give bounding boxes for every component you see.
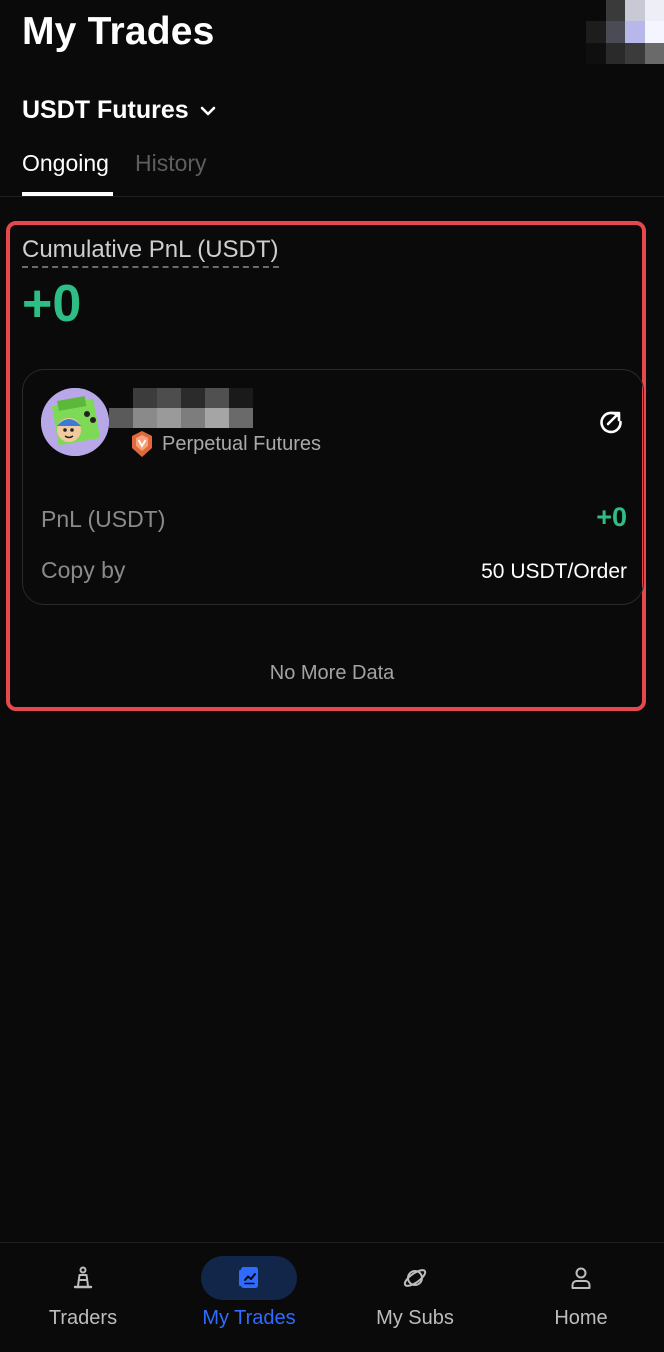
market-selector[interactable]: USDT Futures: [22, 96, 217, 125]
market-selector-label: USDT Futures: [22, 96, 189, 124]
traders-icon: [73, 1266, 93, 1289]
user-avatar-pixelated[interactable]: [586, 0, 664, 64]
trader-avatar-image: [41, 388, 109, 456]
bottom-navigation: Traders My Trades My Subs Home: [0, 1242, 664, 1352]
trader-avatar[interactable]: [41, 388, 109, 456]
chevron-down-icon: [200, 106, 215, 115]
cumulative-pnl-value: +0: [22, 275, 82, 333]
my-subs-icon: [403, 1269, 427, 1287]
tab-ongoing[interactable]: Ongoing: [22, 150, 109, 177]
nav-traders-icon-wrap: [35, 1256, 131, 1300]
trader-name-pixelated: [109, 388, 253, 428]
trades-tabs: Ongoing History: [0, 146, 664, 197]
nav-my-subs-label: My Subs: [376, 1307, 454, 1329]
nav-my-subs[interactable]: My Subs: [332, 1243, 498, 1352]
nav-my-subs-icon-wrap: [367, 1256, 463, 1300]
tab-history[interactable]: History: [135, 150, 207, 177]
copy-by-value: 50 USDT/Order: [481, 560, 627, 583]
list-end-message: No More Data: [269, 662, 395, 684]
nav-traders-label: Traders: [48, 1307, 118, 1329]
share-icon[interactable]: [597, 408, 625, 436]
my-trades-page: My Trades USDT Futures Ongoing History C…: [0, 0, 664, 1352]
copy-trade-card[interactable]: Perpetual Futures PnL (USDT) +0 Copy by …: [22, 369, 644, 605]
my-trades-icon: [239, 1267, 258, 1288]
pnl-value: +0: [596, 502, 627, 532]
nav-home[interactable]: Home: [498, 1243, 664, 1352]
active-tab-indicator: [22, 192, 113, 196]
nav-home-label: Home: [554, 1307, 608, 1329]
page-title: My Trades: [22, 10, 215, 53]
copy-by-label: Copy by: [41, 557, 126, 583]
product-badge-label: Perpetual Futures: [162, 432, 321, 455]
nav-traders[interactable]: Traders: [0, 1243, 166, 1352]
product-badge: Perpetual Futures: [130, 430, 321, 458]
home-person-icon: [571, 1267, 591, 1289]
nav-my-trades-label: My Trades: [202, 1307, 296, 1329]
pnl-label: PnL (USDT): [41, 506, 166, 532]
futures-badge-icon: [132, 431, 152, 457]
nav-my-trades[interactable]: My Trades: [166, 1243, 332, 1352]
cumulative-pnl-label[interactable]: Cumulative PnL (USDT): [22, 236, 279, 268]
nav-home-icon-wrap: [533, 1256, 629, 1300]
nav-my-trades-icon-wrap: [201, 1256, 297, 1300]
